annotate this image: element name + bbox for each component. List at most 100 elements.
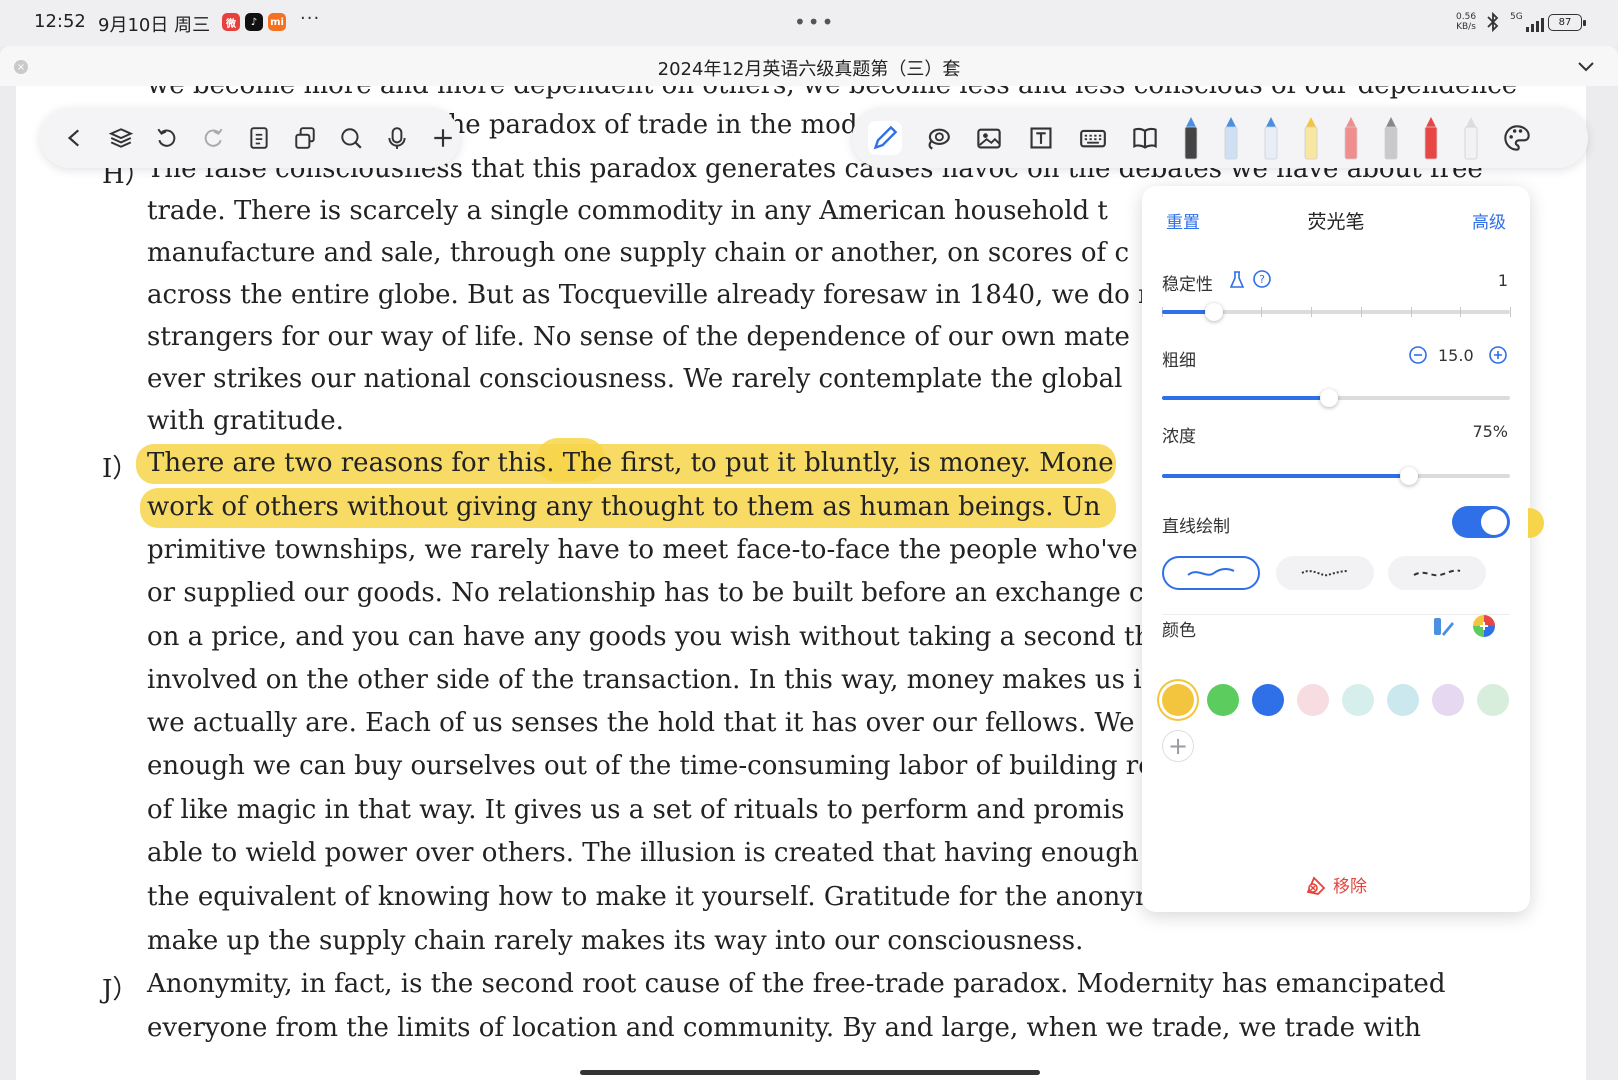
eraser-icon[interactable] [1340, 115, 1362, 161]
stroke-style-dashed[interactable] [1388, 556, 1486, 590]
pencil-icon[interactable] [868, 121, 902, 155]
copy-icon[interactable] [288, 121, 322, 155]
color-swatch[interactable] [1477, 684, 1509, 716]
increase-icon[interactable] [1488, 345, 1508, 365]
text-line: enough we can buy ourselves out of the t… [147, 751, 1154, 781]
advanced-button[interactable]: 高级 [1472, 208, 1506, 233]
opacity-label: 浓度 [1162, 427, 1196, 447]
douyin-app-icon: ♪ [245, 13, 263, 31]
fountain-pen-icon[interactable] [1180, 115, 1202, 161]
layers-icon[interactable] [104, 121, 138, 155]
flask-icon[interactable] [1228, 270, 1246, 290]
opacity-slider[interactable] [1162, 467, 1510, 485]
home-indicator[interactable] [580, 1070, 1040, 1075]
thickness-slider-fill [1162, 396, 1330, 400]
color-swatch[interactable] [1252, 684, 1284, 716]
highlighter-pen-icon[interactable] [1300, 115, 1322, 161]
redo-icon[interactable] [196, 121, 230, 155]
text-line: ever strikes our national consciousness.… [147, 364, 1123, 394]
network-speed-unit: KB/s [1456, 22, 1476, 32]
opacity-slider-fill [1162, 474, 1410, 478]
color-swatch[interactable] [1342, 684, 1374, 716]
thickness-slider-knob[interactable] [1320, 389, 1339, 407]
status-time: 12:52 [34, 11, 86, 32]
more-notifications-icon: ··· [300, 8, 321, 29]
remove-button[interactable]: 移除 [1142, 872, 1530, 897]
color-swatch[interactable] [1162, 684, 1194, 716]
status-date: 9月10日 周三 [98, 15, 211, 36]
microphone-icon[interactable] [380, 121, 414, 155]
thickness-slider[interactable] [1162, 389, 1510, 407]
svg-text:?: ? [1259, 273, 1265, 286]
color-swatch[interactable] [1297, 684, 1329, 716]
image-icon[interactable] [972, 121, 1006, 155]
stability-value: 1 [1497, 271, 1508, 290]
slider-tick [1410, 307, 1412, 317]
stability-slider[interactable] [1162, 303, 1511, 321]
add-icon[interactable] [426, 121, 460, 155]
paragraph-marker-i: I） [102, 454, 139, 484]
text-line: across the entire globe. But as Tocquevi… [147, 280, 1151, 310]
title-bar: × 2024年12月英语六级真题第（三）套 [0, 46, 1618, 86]
stroke-style-dotted[interactable] [1276, 556, 1374, 590]
text-line: manufacture and sale, through one supply… [147, 238, 1130, 268]
chevron-down-icon[interactable] [1576, 56, 1596, 76]
text-line: strangers for our way of life. No sense … [147, 322, 1130, 352]
slider-tick [1261, 307, 1263, 317]
slider-tick [1510, 307, 1511, 317]
text-line: we become more and more dependent on oth… [147, 86, 1517, 100]
text-line: or supplied our goods. No relationship h… [147, 578, 1160, 608]
window-handle-dots[interactable]: ••• [794, 10, 835, 34]
paragraph-marker-j: J） [102, 975, 139, 1005]
palette-icon[interactable] [1500, 121, 1534, 155]
status-bar: 12:52 9月10日 周三 微 ♪ mi ··· ••• 0.56 KB/s 5G… [0, 0, 1618, 46]
search-icon[interactable] [334, 121, 368, 155]
stability-label: 稳定性 [1162, 275, 1213, 295]
thickness-value: 15.0 [1438, 346, 1474, 365]
stability-slider-knob[interactable] [1205, 303, 1224, 321]
keyboard-icon[interactable] [1076, 121, 1110, 155]
ballpoint-pen-icon[interactable] [1220, 115, 1242, 161]
undo-icon[interactable] [150, 121, 184, 155]
text-line: trade. There is scarcely a single commod… [147, 196, 1108, 226]
remove-label: 移除 [1333, 877, 1367, 897]
text-line: everyone from the limits of location and… [147, 1013, 1422, 1043]
straight-line-label: 直线绘制 [1162, 517, 1230, 537]
network-speed-value: 0.56 [1456, 12, 1477, 22]
opacity-slider-knob[interactable] [1400, 467, 1419, 485]
text-line: Anonymity, in fact, is the second root c… [147, 969, 1446, 999]
color-swatch[interactable] [1387, 684, 1419, 716]
book-icon[interactable] [1128, 121, 1162, 155]
marker-pen-icon[interactable] [1260, 115, 1282, 161]
battery-indicator: 87 [1548, 14, 1586, 31]
color-swatch[interactable] [1432, 684, 1464, 716]
thickness-label: 粗细 [1162, 351, 1196, 371]
smooth-stroke-icon [1187, 568, 1235, 576]
drawing-toolbar [852, 108, 1588, 168]
pencil-tool-icon[interactable] [1380, 115, 1402, 161]
eyedropper-icon[interactable] [1432, 614, 1456, 638]
document-icon[interactable] [242, 121, 276, 155]
document-title[interactable]: 2024年12月英语六级真题第（三）套 [0, 55, 1618, 81]
add-color-button[interactable]: + [1162, 730, 1194, 762]
weibo-app-icon: 微 [222, 13, 240, 31]
mi-app-icon: mi [268, 13, 286, 31]
red-marker-icon[interactable] [1420, 115, 1442, 161]
stroke-style-smooth[interactable] [1162, 556, 1260, 590]
color-wheel-icon[interactable] [1472, 614, 1496, 638]
text-line: able to wield power over others. The ill… [147, 838, 1139, 868]
text-line: on a price, and you can have any goods y… [147, 622, 1152, 652]
back-icon[interactable] [58, 121, 92, 155]
lasso-icon[interactable] [920, 121, 954, 155]
notification-app-icons: 微 ♪ mi [222, 13, 286, 31]
color-swatch[interactable] [1207, 684, 1239, 716]
slider-tick [1360, 307, 1362, 317]
ruler-icon[interactable] [1460, 115, 1482, 161]
navigation-toolbar [40, 108, 460, 168]
straight-line-toggle[interactable] [1452, 506, 1510, 538]
textbox-icon[interactable] [1024, 121, 1058, 155]
decrease-icon[interactable] [1408, 345, 1428, 365]
panel-divider [1162, 614, 1510, 615]
highlighter-settings-panel: 重置 荧光笔 高级 稳定性 ? 1 粗细 15.0 浓度 75% 直线绘制 颜色… [1142, 186, 1530, 912]
help-icon[interactable]: ? [1252, 269, 1272, 289]
